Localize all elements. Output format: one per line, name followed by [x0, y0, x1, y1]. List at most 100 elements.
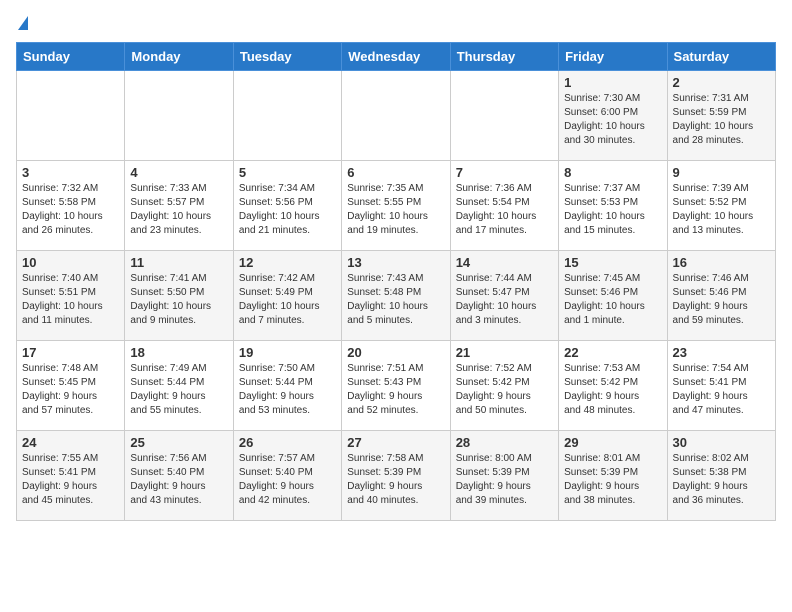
- day-number: 5: [239, 165, 336, 180]
- day-info: Sunrise: 7:30 AM Sunset: 6:00 PM Dayligh…: [564, 92, 661, 148]
- calendar-cell: 27 Sunrise: 7:58 AM Sunset: 5:39 PM Dayli…: [342, 431, 450, 521]
- day-number: 20: [347, 345, 444, 360]
- calendar-cell: 5Sunrise: 7:34 AM Sunset: 5:56 PM Daylig…: [233, 161, 341, 251]
- weekday-header-row: SundayMondayTuesdayWednesdayThursdayFrid…: [17, 43, 776, 71]
- calendar-cell: 6 Sunrise: 7:35 AM Sunset: 5:55 PM Daylig…: [342, 161, 450, 251]
- day-number: 23: [673, 345, 770, 360]
- calendar-cell: 3 Sunrise: 7:32 AM Sunset: 5:58 PM Daylig…: [17, 161, 125, 251]
- calendar-week-row: 1 Sunrise: 7:30 AM Sunset: 6:00 PM Daylig…: [17, 71, 776, 161]
- day-number: 27: [347, 435, 444, 450]
- day-number: 3: [22, 165, 119, 180]
- calendar-cell: 8 Sunrise: 7:37 AM Sunset: 5:53 PM Daylig…: [559, 161, 667, 251]
- day-number: 26: [239, 435, 336, 450]
- calendar-week-row: 17 Sunrise: 7:48 AM Sunset: 5:45 PM Dayli…: [17, 341, 776, 431]
- day-info: Sunrise: 7:54 AM Sunset: 5:41 PM Dayligh…: [673, 362, 770, 418]
- day-info: Sunrise: 7:33 AM Sunset: 5:57 PM Dayligh…: [130, 182, 227, 238]
- calendar-cell: [17, 71, 125, 161]
- calendar-cell: 24 Sunrise: 7:55 AM Sunset: 5:41 PM Dayli…: [17, 431, 125, 521]
- day-number: 6: [347, 165, 444, 180]
- day-info: Sunrise: 7:44 AM Sunset: 5:47 PM Dayligh…: [456, 272, 553, 328]
- calendar-cell: [342, 71, 450, 161]
- day-info: Sunrise: 7:58 AM Sunset: 5:39 PM Dayligh…: [347, 452, 444, 508]
- day-info: Sunrise: 7:37 AM Sunset: 5:53 PM Dayligh…: [564, 182, 661, 238]
- day-number: 24: [22, 435, 119, 450]
- weekday-header-saturday: Saturday: [667, 43, 775, 71]
- logo-triangle-icon: [18, 16, 28, 30]
- day-number: 7: [456, 165, 553, 180]
- calendar-cell: 26 Sunrise: 7:57 AM Sunset: 5:40 PM Dayli…: [233, 431, 341, 521]
- day-info: Sunrise: 7:57 AM Sunset: 5:40 PM Dayligh…: [239, 452, 336, 508]
- calendar-cell: 21 Sunrise: 7:52 AM Sunset: 5:42 PM Dayli…: [450, 341, 558, 431]
- day-info: Sunrise: 7:51 AM Sunset: 5:43 PM Dayligh…: [347, 362, 444, 418]
- calendar-cell: 13Sunrise: 7:43 AM Sunset: 5:48 PM Dayli…: [342, 251, 450, 341]
- day-number: 1: [564, 75, 661, 90]
- logo: [16, 16, 28, 30]
- day-info: Sunrise: 7:46 AM Sunset: 5:46 PM Dayligh…: [673, 272, 770, 328]
- calendar-cell: 14 Sunrise: 7:44 AM Sunset: 5:47 PM Dayli…: [450, 251, 558, 341]
- day-info: Sunrise: 7:49 AM Sunset: 5:44 PM Dayligh…: [130, 362, 227, 418]
- calendar-cell: 1 Sunrise: 7:30 AM Sunset: 6:00 PM Daylig…: [559, 71, 667, 161]
- calendar-cell: 30 Sunrise: 8:02 AM Sunset: 5:38 PM Dayli…: [667, 431, 775, 521]
- day-info: Sunrise: 7:43 AM Sunset: 5:48 PM Dayligh…: [347, 272, 444, 328]
- day-info: Sunrise: 7:35 AM Sunset: 5:55 PM Dayligh…: [347, 182, 444, 238]
- calendar-cell: 9 Sunrise: 7:39 AM Sunset: 5:52 PM Daylig…: [667, 161, 775, 251]
- calendar-cell: 17 Sunrise: 7:48 AM Sunset: 5:45 PM Dayli…: [17, 341, 125, 431]
- calendar-cell: 2 Sunrise: 7:31 AM Sunset: 5:59 PM Daylig…: [667, 71, 775, 161]
- day-number: 18: [130, 345, 227, 360]
- weekday-header-wednesday: Wednesday: [342, 43, 450, 71]
- day-number: 12: [239, 255, 336, 270]
- day-number: 28: [456, 435, 553, 450]
- day-info: Sunrise: 7:53 AM Sunset: 5:42 PM Dayligh…: [564, 362, 661, 418]
- calendar-cell: 29Sunrise: 8:01 AM Sunset: 5:39 PM Dayli…: [559, 431, 667, 521]
- day-info: Sunrise: 7:40 AM Sunset: 5:51 PM Dayligh…: [22, 272, 119, 328]
- day-number: 9: [673, 165, 770, 180]
- calendar-cell: 10 Sunrise: 7:40 AM Sunset: 5:51 PM Dayli…: [17, 251, 125, 341]
- weekday-header-sunday: Sunday: [17, 43, 125, 71]
- calendar-cell: 20 Sunrise: 7:51 AM Sunset: 5:43 PM Dayli…: [342, 341, 450, 431]
- calendar-week-row: 10 Sunrise: 7:40 AM Sunset: 5:51 PM Dayli…: [17, 251, 776, 341]
- day-number: 14: [456, 255, 553, 270]
- day-info: Sunrise: 8:00 AM Sunset: 5:39 PM Dayligh…: [456, 452, 553, 508]
- day-info: Sunrise: 7:39 AM Sunset: 5:52 PM Dayligh…: [673, 182, 770, 238]
- calendar-cell: [233, 71, 341, 161]
- day-number: 16: [673, 255, 770, 270]
- day-number: 22: [564, 345, 661, 360]
- calendar-cell: 18 Sunrise: 7:49 AM Sunset: 5:44 PM Dayli…: [125, 341, 233, 431]
- day-number: 2: [673, 75, 770, 90]
- day-info: Sunrise: 7:32 AM Sunset: 5:58 PM Dayligh…: [22, 182, 119, 238]
- calendar-cell: 28 Sunrise: 8:00 AM Sunset: 5:39 PM Dayli…: [450, 431, 558, 521]
- day-number: 30: [673, 435, 770, 450]
- day-info: Sunrise: 7:31 AM Sunset: 5:59 PM Dayligh…: [673, 92, 770, 148]
- day-number: 17: [22, 345, 119, 360]
- day-info: Sunrise: 8:02 AM Sunset: 5:38 PM Dayligh…: [673, 452, 770, 508]
- weekday-header-thursday: Thursday: [450, 43, 558, 71]
- day-info: Sunrise: 7:45 AM Sunset: 5:46 PM Dayligh…: [564, 272, 661, 328]
- calendar-cell: 16 Sunrise: 7:46 AM Sunset: 5:46 PM Dayli…: [667, 251, 775, 341]
- calendar-table: SundayMondayTuesdayWednesdayThursdayFrid…: [16, 42, 776, 521]
- weekday-header-tuesday: Tuesday: [233, 43, 341, 71]
- calendar-week-row: 3 Sunrise: 7:32 AM Sunset: 5:58 PM Daylig…: [17, 161, 776, 251]
- day-info: Sunrise: 7:52 AM Sunset: 5:42 PM Dayligh…: [456, 362, 553, 418]
- weekday-header-monday: Monday: [125, 43, 233, 71]
- calendar-cell: [125, 71, 233, 161]
- day-number: 8: [564, 165, 661, 180]
- calendar-cell: 23 Sunrise: 7:54 AM Sunset: 5:41 PM Dayli…: [667, 341, 775, 431]
- weekday-header-friday: Friday: [559, 43, 667, 71]
- day-number: 19: [239, 345, 336, 360]
- day-number: 15: [564, 255, 661, 270]
- day-info: Sunrise: 7:50 AM Sunset: 5:44 PM Dayligh…: [239, 362, 336, 418]
- day-info: Sunrise: 7:55 AM Sunset: 5:41 PM Dayligh…: [22, 452, 119, 508]
- day-info: Sunrise: 7:48 AM Sunset: 5:45 PM Dayligh…: [22, 362, 119, 418]
- page-header: [16, 16, 776, 30]
- calendar-cell: 25Sunrise: 7:56 AM Sunset: 5:40 PM Dayli…: [125, 431, 233, 521]
- day-number: 10: [22, 255, 119, 270]
- day-number: 21: [456, 345, 553, 360]
- day-number: 11: [130, 255, 227, 270]
- calendar-cell: 22 Sunrise: 7:53 AM Sunset: 5:42 PM Dayli…: [559, 341, 667, 431]
- calendar-cell: 11Sunrise: 7:41 AM Sunset: 5:50 PM Dayli…: [125, 251, 233, 341]
- day-number: 25: [130, 435, 227, 450]
- day-number: 4: [130, 165, 227, 180]
- calendar-cell: 4 Sunrise: 7:33 AM Sunset: 5:57 PM Daylig…: [125, 161, 233, 251]
- calendar-cell: [450, 71, 558, 161]
- calendar-week-row: 24 Sunrise: 7:55 AM Sunset: 5:41 PM Dayli…: [17, 431, 776, 521]
